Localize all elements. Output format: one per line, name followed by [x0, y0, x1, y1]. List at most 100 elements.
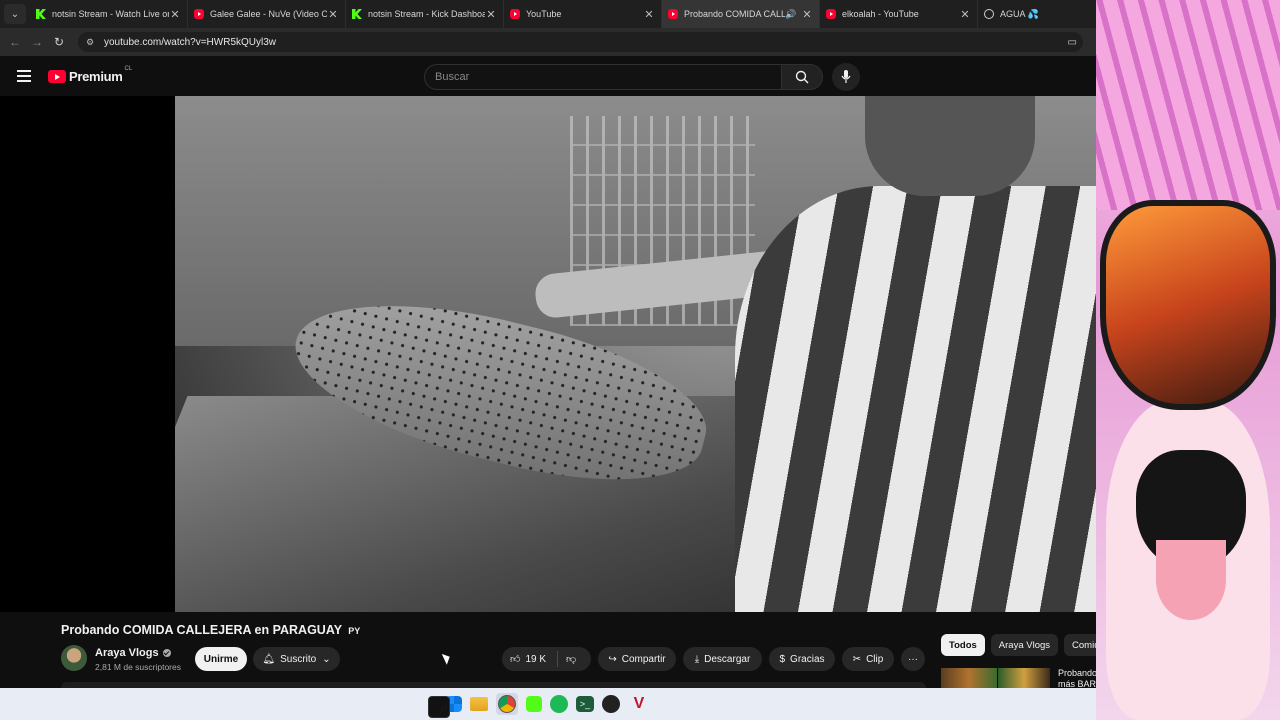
country-code: CL	[124, 65, 133, 72]
chrome-taskbar-item[interactable]	[496, 693, 518, 715]
vtuber-overlay	[1096, 0, 1280, 720]
menu-icon[interactable]	[17, 70, 31, 82]
search-icon	[795, 70, 809, 84]
thanks-button[interactable]: $ Gracias	[769, 647, 835, 671]
screen: ⌄ notsin Stream - Watch Live on K ✕ Gale…	[0, 0, 1280, 720]
video-info: Probando COMIDA CALLEJERA en PARAGUAY PY…	[0, 612, 1113, 690]
youtube-header: Premium CL Buscar	[0, 56, 1096, 96]
chrome-icon	[498, 695, 516, 713]
close-icon[interactable]: ✕	[169, 8, 181, 21]
back-icon[interactable]: ←	[4, 35, 26, 49]
forward-icon[interactable]: →	[26, 35, 48, 49]
youtube-play-icon	[48, 70, 66, 83]
speaker-icon[interactable]: 🔊	[785, 9, 797, 20]
channel-avatar[interactable]	[61, 645, 87, 671]
share-icon: ↪	[608, 653, 617, 665]
clip-button[interactable]: ✂ Clip	[842, 647, 894, 671]
video-scene-head	[865, 96, 1035, 196]
tab-4-active[interactable]: Probando COMIDA CALLEJERA 🔊 ✕	[662, 0, 820, 28]
tab-6[interactable]: AGUA 💦	[978, 0, 1088, 28]
tab-3[interactable]: YouTube ✕	[504, 0, 662, 28]
terminal-icon[interactable]: >_	[576, 696, 594, 712]
tab-title: YouTube	[526, 9, 562, 19]
chip-todos[interactable]: Todos	[941, 634, 985, 656]
tab-0[interactable]: notsin Stream - Watch Live on K ✕	[30, 0, 188, 28]
close-icon[interactable]: ✕	[327, 8, 339, 21]
recommended-title[interactable]: Probando más BAR	[1058, 668, 1097, 690]
youtube-icon	[668, 9, 678, 19]
voice-search-button[interactable]	[832, 63, 860, 91]
channel-name-row[interactable]: Araya Vlogs	[95, 647, 171, 659]
more-icon: ···	[908, 653, 918, 665]
mouse-cursor-icon	[441, 651, 453, 665]
close-icon[interactable]: ✕	[959, 8, 971, 21]
microphone-icon	[841, 70, 851, 83]
reload-icon[interactable]: ↻	[48, 35, 70, 49]
join-label: Unirme	[203, 653, 239, 665]
dislike-icon[interactable]: 👎︎	[566, 653, 576, 665]
join-button[interactable]: Unirme	[195, 647, 247, 671]
thanks-label: Gracias	[790, 653, 825, 665]
like-dislike-group: 👍︎ 19 K 👎︎	[502, 647, 591, 671]
tab-title: notsin Stream - Watch Live on K	[52, 9, 169, 19]
vtuber-hair	[1096, 0, 1280, 210]
video-player[interactable]	[0, 96, 1096, 612]
tab-title: elkoalah - YouTube	[842, 9, 919, 19]
close-icon[interactable]: ✕	[643, 8, 655, 21]
kick-icon[interactable]	[526, 696, 542, 712]
valorant-icon[interactable]: V	[628, 693, 650, 715]
globe-icon	[984, 9, 994, 19]
search-icon[interactable]: ⌕	[428, 696, 450, 718]
divider	[557, 651, 558, 667]
video-frame[interactable]	[175, 96, 1096, 612]
like-icon[interactable]: 👍︎	[510, 653, 520, 665]
channel-name[interactable]: Araya Vlogs	[95, 647, 159, 659]
tab-5[interactable]: elkoalah - YouTube ✕	[820, 0, 978, 28]
tab-2[interactable]: notsin Stream - Kick Dashboard ✕	[346, 0, 504, 28]
share-label: Compartir	[621, 653, 666, 665]
kick-icon	[36, 9, 46, 19]
vtuber-sunglasses	[1100, 200, 1276, 410]
youtube-icon	[510, 9, 520, 19]
recommended-thumbnail[interactable]	[941, 668, 997, 688]
url-text: youtube.com/watch?v=HWR5kQUyl3w	[104, 36, 277, 48]
chip-araya-vlogs[interactable]: Araya Vlogs	[990, 634, 1059, 656]
url-field[interactable]: ⚙ youtube.com/watch?v=HWR5kQUyl3w ▭	[78, 32, 1083, 52]
like-count[interactable]: 19 K	[525, 654, 546, 665]
download-icon: ⤓	[694, 653, 700, 665]
search-button[interactable]	[781, 64, 823, 90]
close-icon[interactable]: ✕	[801, 8, 813, 21]
subscribed-button[interactable]: 🔔︎ Suscrito ⌄	[253, 647, 340, 671]
obs-icon[interactable]	[602, 695, 620, 713]
more-actions-button[interactable]: ···	[901, 647, 925, 671]
spotify-icon[interactable]	[550, 695, 568, 713]
flag-text: PY	[348, 626, 361, 636]
youtube-icon	[194, 9, 204, 19]
recommendation-chips: Todos Araya Vlogs Comida	[941, 634, 1119, 656]
search-input[interactable]: Buscar	[424, 64, 782, 90]
file-explorer-icon[interactable]	[470, 697, 488, 711]
tab-1[interactable]: Galee Galee - NuVe (Video Ofic ✕	[188, 0, 346, 28]
tab-title: notsin Stream - Kick Dashboard	[368, 9, 485, 19]
tab-title: AGUA 💦	[1000, 8, 1039, 19]
tab-search-chevron-icon[interactable]: ⌄	[4, 4, 26, 24]
clip-label: Clip	[866, 653, 884, 665]
chevron-down-icon: ⌄	[322, 653, 331, 665]
site-info-icon[interactable]: ⚙	[86, 37, 98, 48]
vtuber-tongue	[1156, 540, 1226, 620]
subscribed-label: Suscrito	[280, 653, 317, 665]
recommended-thumbnail[interactable]	[998, 668, 1050, 688]
kick-icon	[352, 9, 362, 19]
video-scene-jersey	[735, 186, 1096, 612]
close-icon[interactable]: ✕	[485, 8, 497, 21]
browser-tab-bar: ⌄ notsin Stream - Watch Live on K ✕ Gale…	[0, 0, 1096, 28]
youtube-logo[interactable]: Premium CL	[48, 65, 133, 84]
download-button[interactable]: ⤓ Descargar	[683, 647, 762, 671]
cast-icon[interactable]: ▭	[1068, 37, 1077, 48]
video-title: Probando COMIDA CALLEJERA en PARAGUAY PY	[61, 623, 360, 637]
scissors-icon: ✂	[852, 653, 862, 665]
share-button[interactable]: ↪ Compartir	[598, 647, 676, 671]
logo-text: Premium	[69, 69, 123, 84]
address-bar: ← → ↻ ⚙ youtube.com/watch?v=HWR5kQUyl3w …	[0, 28, 1096, 56]
subscriber-count: 2,81 M de suscriptores	[95, 662, 181, 672]
